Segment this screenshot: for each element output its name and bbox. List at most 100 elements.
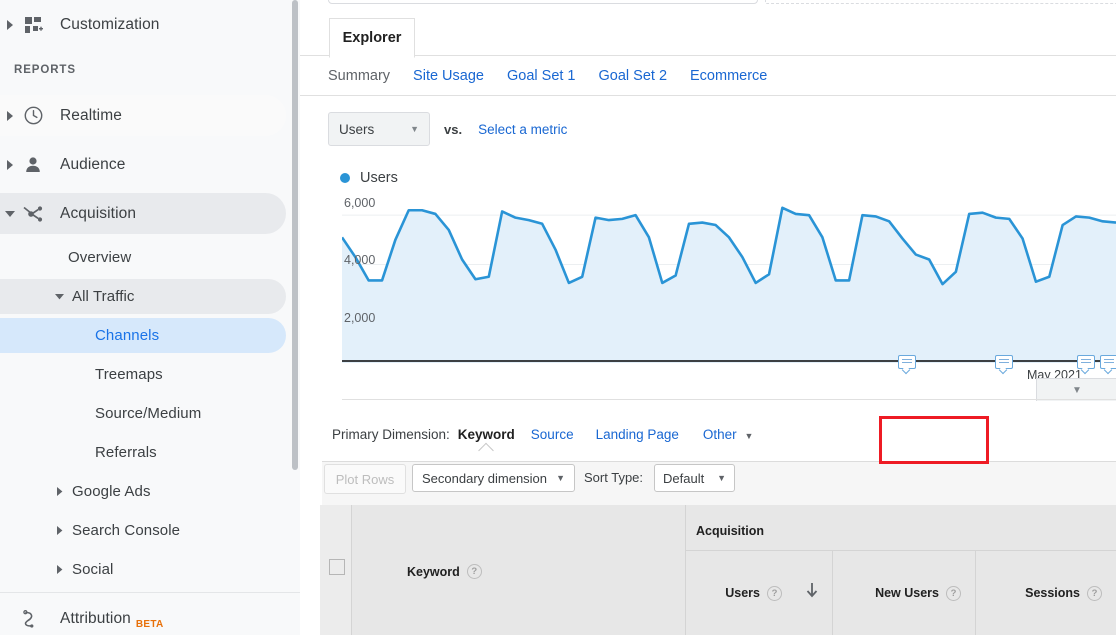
table-header-new-users[interactable]: New Users ? xyxy=(833,551,976,635)
sidebar-item-overview[interactable]: Overview xyxy=(0,238,300,277)
sidebar-item-label: Audience xyxy=(60,156,125,174)
tab-summary[interactable]: Summary xyxy=(328,68,390,84)
help-icon[interactable]: ? xyxy=(467,564,482,579)
primary-dimension-source[interactable]: Source xyxy=(531,427,574,442)
chart-expand-toggle[interactable]: ▼ xyxy=(1036,378,1116,401)
secondary-dimension-dropdown[interactable]: Secondary dimension ▼ xyxy=(412,464,575,492)
person-icon xyxy=(18,155,48,175)
chevron-right-icon xyxy=(2,160,18,170)
legend-color-dot xyxy=(340,173,350,183)
sidebar-item-customization[interactable]: Customization xyxy=(0,0,300,49)
annotation-icon[interactable] xyxy=(1100,355,1116,369)
primary-dimension-landing-page[interactable]: Landing Page xyxy=(596,427,679,442)
report-subtabs: Summary Site Usage Goal Set 1 Goal Set 2… xyxy=(328,62,790,90)
sort-type-value: Default xyxy=(663,471,704,486)
secondary-dimension-label: Secondary dimension xyxy=(422,471,547,486)
sort-type-dropdown[interactable]: Default ▼ xyxy=(654,464,735,492)
annotation-icon[interactable] xyxy=(995,355,1013,369)
report-table: Keyword ? Acquisition Users ? xyxy=(320,505,1116,635)
primary-dimension-keyword-label: Keyword xyxy=(458,427,515,442)
sidebar-subitem-label: Social xyxy=(72,561,113,578)
sidebar-item-label: Realtime xyxy=(60,107,122,125)
tab-explorer[interactable]: Explorer xyxy=(329,18,415,58)
y-tick-4000: 4,000 xyxy=(344,253,375,267)
tab-goal-set-1[interactable]: Goal Set 1 xyxy=(507,68,576,84)
chevron-right-icon xyxy=(2,20,18,30)
attribution-icon xyxy=(18,609,48,629)
sidebar-subitem-label: Google Ads xyxy=(72,483,151,500)
vs-label: vs. xyxy=(444,122,462,137)
clock-icon xyxy=(18,105,48,126)
sidebar-item-realtime[interactable]: Realtime xyxy=(0,91,300,140)
sidebar-item-channels[interactable]: Channels xyxy=(0,316,300,355)
help-icon[interactable]: ? xyxy=(1087,586,1102,601)
users-over-time-chart[interactable] xyxy=(342,193,1116,363)
plot-rows-button[interactable]: Plot Rows xyxy=(324,464,406,494)
help-icon[interactable]: ? xyxy=(946,586,961,601)
sidebar-item-referrals[interactable]: Referrals xyxy=(0,433,300,472)
subtabs-divider xyxy=(300,95,1116,96)
metric-header-label: Users xyxy=(725,586,760,600)
beta-badge: BETA xyxy=(136,619,164,630)
table-group-header-acquisition: Acquisition xyxy=(686,505,1116,551)
chevron-down-icon xyxy=(52,293,66,300)
sidebar-item-attribution[interactable]: Attribution BETA xyxy=(0,594,300,635)
table-dimension-column-header: Keyword ? xyxy=(352,505,686,635)
primary-metric-dropdown[interactable]: Users ▼ xyxy=(328,112,430,146)
sidebar-subitem-label: All Traffic xyxy=(72,288,135,305)
sidebar-item-all-traffic[interactable]: All Traffic xyxy=(0,277,300,316)
chevron-down-icon xyxy=(2,210,18,218)
sidebar-item-label: Attribution xyxy=(60,610,131,628)
chevron-down-icon: ▼ xyxy=(744,431,753,441)
annotation-icon[interactable] xyxy=(1077,355,1095,369)
dimension-header-label: Keyword xyxy=(407,565,460,579)
sidebar-item-label: Customization xyxy=(60,16,160,34)
sidebar-item-social[interactable]: Social xyxy=(0,550,300,589)
annotation-icon[interactable] xyxy=(898,355,916,369)
chevron-down-icon: ▼ xyxy=(556,473,565,483)
metric-header-label: New Users xyxy=(875,586,939,600)
chevron-right-icon xyxy=(2,111,18,121)
metric-selector-bar: Users ▼ vs. Select a metric xyxy=(328,112,567,146)
landing-page-highlight-box xyxy=(879,416,989,464)
sidebar-scrollbar[interactable] xyxy=(292,0,298,470)
sidebar-subitem-label: Overview xyxy=(68,249,131,266)
table-header-sessions[interactable]: Sessions ? xyxy=(976,551,1116,635)
sidebar-subitem-label: Referrals xyxy=(95,444,157,461)
chevron-down-icon: ▼ xyxy=(1072,385,1082,396)
primary-metric-value: Users xyxy=(339,122,374,137)
table-header-users[interactable]: Users ? xyxy=(686,551,833,635)
primary-dimension-other[interactable]: Other ▼ xyxy=(703,427,753,442)
select-a-metric-link[interactable]: Select a metric xyxy=(478,122,567,137)
left-sidebar: Customization REPORTS Realtime xyxy=(0,0,300,635)
y-tick-2000: 2,000 xyxy=(344,311,375,325)
chevron-down-icon: ▼ xyxy=(717,473,726,483)
sidebar-subitem-label: Source/Medium xyxy=(95,405,201,422)
sidebar-subitem-label: Channels xyxy=(95,327,159,344)
select-all-checkbox[interactable] xyxy=(329,559,345,575)
primary-dimension-keyword[interactable]: Keyword xyxy=(458,427,515,442)
sidebar-item-treemaps[interactable]: Treemaps xyxy=(0,355,300,394)
y-tick-6000: 6,000 xyxy=(344,196,375,210)
table-metric-headers: Users ? New Users ? Sessions ? xyxy=(686,551,1116,635)
tab-site-usage[interactable]: Site Usage xyxy=(413,68,484,84)
chart-area-fill xyxy=(342,208,1116,363)
chevron-right-icon xyxy=(52,526,66,535)
chevron-down-icon: ▼ xyxy=(410,124,419,134)
tab-goal-set-2[interactable]: Goal Set 2 xyxy=(599,68,668,84)
analytics-report-page: Customization REPORTS Realtime xyxy=(0,0,1116,635)
sidebar-item-acquisition[interactable]: Acquisition xyxy=(0,189,300,238)
sidebar-item-search-console[interactable]: Search Console xyxy=(0,511,300,550)
help-icon[interactable]: ? xyxy=(767,586,782,601)
sidebar-item-source-medium[interactable]: Source/Medium xyxy=(0,394,300,433)
primary-dimension-label: Primary Dimension: xyxy=(332,427,450,442)
customization-icon xyxy=(18,15,48,35)
metric-header-label: Sessions xyxy=(1025,586,1080,600)
sidebar-item-google-ads[interactable]: Google Ads xyxy=(0,472,300,511)
sidebar-divider xyxy=(0,592,300,593)
tab-ecommerce[interactable]: Ecommerce xyxy=(690,68,767,84)
sidebar-item-label: Acquisition xyxy=(60,205,136,223)
chart-bottom-divider xyxy=(342,399,1116,400)
sidebar-item-audience[interactable]: Audience xyxy=(0,140,300,189)
primary-dimension-row: Primary Dimension: Keyword Source Landin… xyxy=(332,427,753,442)
